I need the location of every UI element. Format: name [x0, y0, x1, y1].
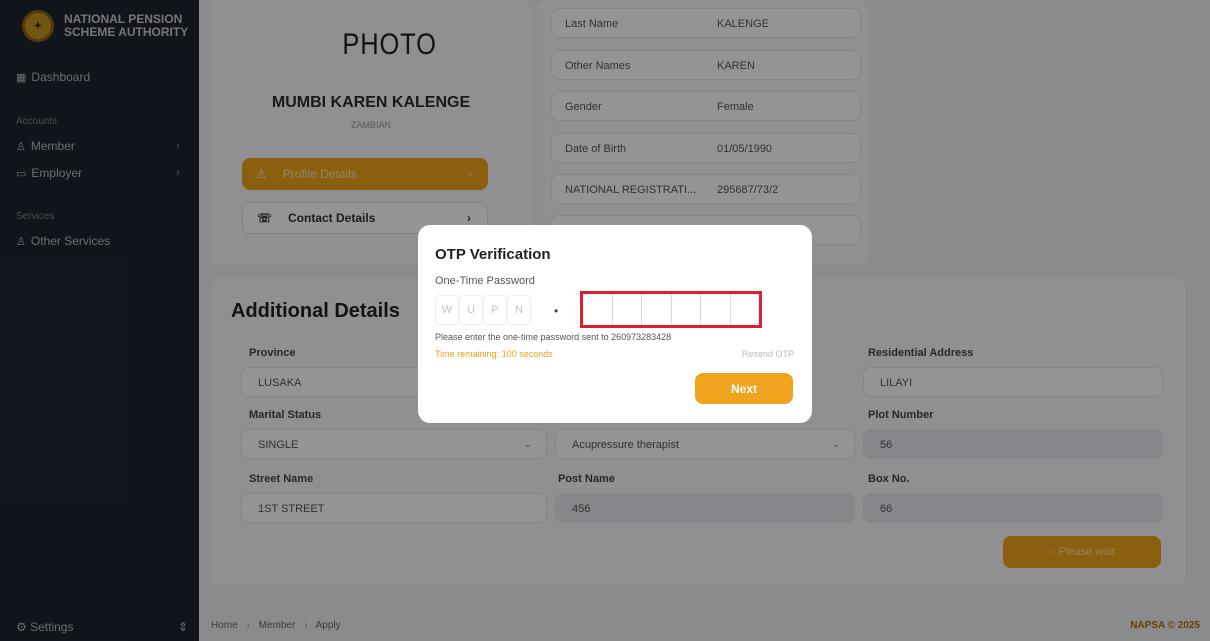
otp-digit-input[interactable]: [730, 294, 759, 325]
otp-timer: Time remaining: 100 seconds: [435, 349, 553, 359]
otp-digit-input[interactable]: [671, 294, 701, 325]
otp-hint-text: Please enter the one-time password sent …: [435, 332, 672, 342]
otp-verification-dialog: OTP Verification One-Time Password W U P…: [418, 225, 812, 423]
resend-otp-link[interactable]: Resend OTP: [742, 349, 794, 359]
otp-prefix-char: U: [459, 295, 483, 325]
otp-separator: •: [554, 304, 559, 318]
otp-prefix-char: N: [507, 295, 531, 325]
otp-digit-input[interactable]: [701, 294, 731, 325]
otp-prefix-char: P: [483, 295, 507, 325]
otp-prefix-char: W: [435, 295, 459, 325]
otp-digit-input[interactable]: [612, 294, 642, 325]
dialog-title: OTP Verification: [435, 246, 551, 263]
otp-digit-input[interactable]: [642, 294, 672, 325]
otp-field-label: One-Time Password: [435, 275, 535, 287]
otp-prefix: W U P N: [435, 295, 531, 325]
otp-input-group: [580, 291, 762, 328]
otp-digit-input[interactable]: [583, 294, 613, 325]
next-button[interactable]: Next: [695, 373, 793, 404]
